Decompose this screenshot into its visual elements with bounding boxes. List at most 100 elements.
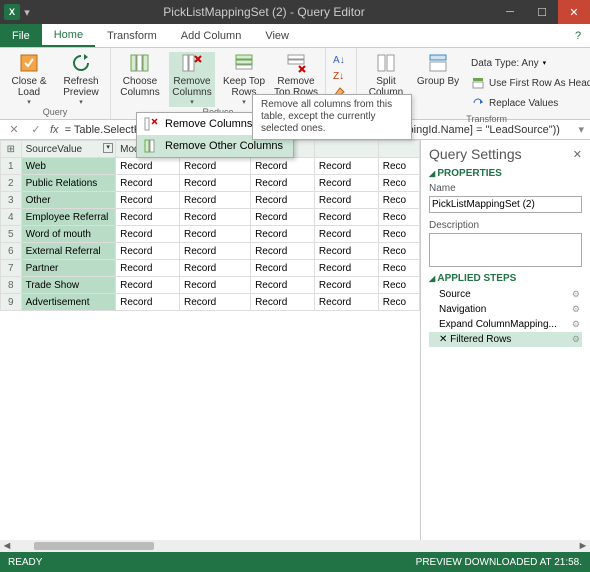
rownum-cell[interactable]: 9	[1, 294, 22, 311]
tab-file[interactable]: File	[0, 24, 42, 47]
gear-icon[interactable]: ⚙	[572, 334, 580, 345]
cell[interactable]: Record	[314, 277, 378, 294]
help-button[interactable]: ?	[566, 24, 590, 47]
cell[interactable]: Record	[116, 158, 180, 175]
cell[interactable]: Record	[314, 294, 378, 311]
cell[interactable]: Reco	[378, 158, 419, 175]
cell[interactable]: Record	[314, 260, 378, 277]
replace-values-button[interactable]: Replace Values	[471, 94, 590, 112]
cell[interactable]: Record	[314, 209, 378, 226]
table-row[interactable]: 6 External Referral Record Record Record…	[1, 243, 420, 260]
group-by-button[interactable]: Group By	[415, 52, 461, 114]
table-row[interactable]: 2 Public Relations Record Record Record …	[1, 175, 420, 192]
cell[interactable]: Record	[251, 158, 315, 175]
cell[interactable]: Record	[116, 243, 180, 260]
horizontal-scrollbar[interactable]: ◄►	[0, 540, 590, 552]
rownum-cell[interactable]: 4	[1, 209, 22, 226]
formula-dropdown[interactable]: ▾	[578, 123, 584, 136]
applied-steps-section[interactable]: APPLIED STEPS	[429, 273, 582, 284]
cell-sourcevalue[interactable]: Other	[21, 192, 116, 209]
data-type-button[interactable]: Data Type: Any▾	[471, 54, 590, 72]
applied-step[interactable]: ✕ Filtered Rows⚙	[429, 332, 582, 347]
cell[interactable]: Record	[314, 175, 378, 192]
col-sourcevalue[interactable]: SourceValue▾	[21, 141, 116, 158]
cell[interactable]: Record	[116, 175, 180, 192]
maximize-button[interactable]: ☐	[526, 0, 558, 24]
rownum-header[interactable]: ⊞	[1, 141, 22, 158]
refresh-preview-button[interactable]: Refresh Preview▾	[58, 52, 104, 107]
table-row[interactable]: 1 Web Record Record Record Record Reco	[1, 158, 420, 175]
cell[interactable]: Record	[179, 243, 250, 260]
cell[interactable]: Reco	[378, 175, 419, 192]
description-input[interactable]	[429, 233, 582, 267]
table-row[interactable]: 8 Trade Show Record Record Record Record…	[1, 277, 420, 294]
cell-sourcevalue[interactable]: Employee Referral	[21, 209, 116, 226]
cell-sourcevalue[interactable]: Advertisement	[21, 294, 116, 311]
remove-columns-button[interactable]: Remove Columns▾	[169, 52, 215, 107]
rownum-cell[interactable]: 6	[1, 243, 22, 260]
cell[interactable]: Record	[314, 243, 378, 260]
col-6[interactable]	[378, 141, 419, 158]
rownum-cell[interactable]: 5	[1, 226, 22, 243]
cell[interactable]: Reco	[378, 192, 419, 209]
tab-home[interactable]: Home	[42, 24, 95, 47]
cell[interactable]: Record	[179, 209, 250, 226]
applied-step[interactable]: Navigation⚙	[429, 302, 582, 317]
cell[interactable]: Reco	[378, 209, 419, 226]
cell[interactable]: Reco	[378, 294, 419, 311]
cell[interactable]: Record	[179, 175, 250, 192]
cell[interactable]: Record	[251, 226, 315, 243]
cell[interactable]: Reco	[378, 226, 419, 243]
cell[interactable]: Record	[251, 294, 315, 311]
cell-sourcevalue[interactable]: Web	[21, 158, 116, 175]
cell[interactable]: Record	[179, 260, 250, 277]
cancel-formula-button[interactable]: ✕	[6, 123, 22, 136]
close-button[interactable]: ✕	[558, 0, 590, 24]
table-row[interactable]: 4 Employee Referral Record Record Record…	[1, 209, 420, 226]
cell[interactable]: Record	[179, 277, 250, 294]
cell[interactable]: Record	[251, 192, 315, 209]
cell[interactable]: Record	[116, 260, 180, 277]
minimize-button[interactable]: ─	[494, 0, 526, 24]
table-row[interactable]: 7 Partner Record Record Record Record Re…	[1, 260, 420, 277]
cell[interactable]: Record	[251, 243, 315, 260]
cell[interactable]: Record	[314, 158, 378, 175]
col-5[interactable]	[314, 141, 378, 158]
cell[interactable]: Reco	[378, 243, 419, 260]
choose-columns-button[interactable]: Choose Columns	[117, 52, 163, 107]
cell[interactable]: Record	[314, 192, 378, 209]
close-load-button[interactable]: Close & Load▾	[6, 52, 52, 107]
sort-desc-icon[interactable]: Z↓	[332, 68, 350, 82]
title-dropdown[interactable]: ▾	[20, 6, 34, 19]
cell[interactable]: Record	[179, 294, 250, 311]
data-grid[interactable]: ⊞ SourceValue▾ ModifiedBy↔ ProcessCode↔ …	[0, 140, 420, 540]
cell[interactable]: Record	[251, 260, 315, 277]
gear-icon[interactable]: ⚙	[572, 304, 580, 315]
cell[interactable]: Reco	[378, 277, 419, 294]
cell-sourcevalue[interactable]: Trade Show	[21, 277, 116, 294]
name-input[interactable]	[429, 196, 582, 213]
rownum-cell[interactable]: 7	[1, 260, 22, 277]
cell[interactable]: Record	[179, 192, 250, 209]
gear-icon[interactable]: ⚙	[572, 289, 580, 300]
tab-transform[interactable]: Transform	[95, 24, 169, 47]
cell-sourcevalue[interactable]: External Referral	[21, 243, 116, 260]
cell[interactable]: Record	[251, 175, 315, 192]
cell[interactable]: Record	[179, 226, 250, 243]
table-row[interactable]: 3 Other Record Record Record Record Reco	[1, 192, 420, 209]
cell[interactable]: Record	[116, 277, 180, 294]
cell[interactable]: Record	[314, 226, 378, 243]
cell-sourcevalue[interactable]: Partner	[21, 260, 116, 277]
cell-sourcevalue[interactable]: Public Relations	[21, 175, 116, 192]
tab-add-column[interactable]: Add Column	[169, 24, 254, 47]
cell[interactable]: Record	[116, 294, 180, 311]
cell[interactable]: Record	[251, 277, 315, 294]
first-row-headers-button[interactable]: Use First Row As Headers	[471, 74, 590, 92]
cell-sourcevalue[interactable]: Word of mouth	[21, 226, 116, 243]
rownum-cell[interactable]: 8	[1, 277, 22, 294]
cell[interactable]: Record	[116, 209, 180, 226]
applied-step[interactable]: Expand ColumnMapping...⚙	[429, 317, 582, 332]
rownum-cell[interactable]: 3	[1, 192, 22, 209]
pane-close-button[interactable]: ✕	[573, 148, 582, 161]
tab-view[interactable]: View	[253, 24, 301, 47]
